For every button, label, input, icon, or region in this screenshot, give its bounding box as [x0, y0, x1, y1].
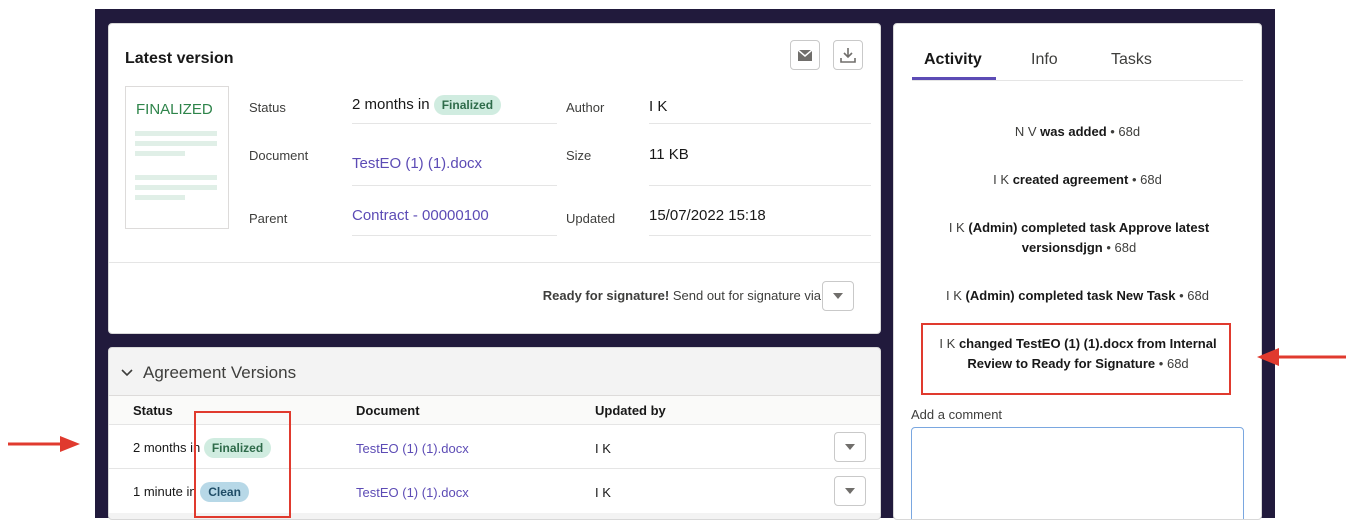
envelope-icon [798, 49, 812, 61]
activity-item: I K created agreement • 68d [894, 170, 1261, 190]
updated-label: Updated [566, 211, 616, 226]
activity-actor: I K [948, 220, 965, 235]
annotation-arrow-left [1257, 348, 1346, 366]
author-value: I K [649, 98, 668, 115]
thumbnail-status-label: FINALIZED [136, 101, 213, 118]
email-button[interactable] [790, 40, 820, 70]
section-divider [109, 262, 880, 263]
activity-time: • 68d [1131, 172, 1162, 187]
status-label: Status [249, 100, 286, 115]
size-value: 11 KB [649, 146, 689, 163]
tab-tasks[interactable]: Tasks [1111, 51, 1152, 69]
row-updated-by: I K [595, 441, 611, 456]
tabs-divider [912, 80, 1243, 81]
row-updated-by: I K [595, 485, 611, 500]
field-divider [352, 123, 557, 124]
thumbnail-line [135, 175, 217, 180]
thumbnail-line [135, 141, 217, 146]
activity-action: (Admin) completed task New Task [965, 288, 1176, 303]
activity-time: • 68d [1110, 124, 1141, 139]
document-link[interactable]: TestEO (1) (1).docx [352, 155, 482, 172]
field-divider [649, 185, 871, 186]
column-header-document[interactable]: Document [356, 403, 420, 418]
tab-info[interactable]: Info [1031, 51, 1058, 69]
field-divider [352, 235, 557, 236]
thumbnail-line [135, 131, 217, 136]
latest-version-card: Latest version FINALIZED Status 2 months… [108, 23, 881, 334]
chevron-down-icon [845, 444, 855, 450]
field-divider [649, 123, 871, 124]
status-badge: Finalized [433, 95, 502, 115]
activity-panel: Activity Info Tasks N V was added • 68d … [893, 23, 1262, 520]
status-field: 2 months in Finalized [352, 95, 502, 115]
tab-activity[interactable]: Activity [924, 51, 982, 69]
field-divider [352, 185, 557, 186]
versions-title: Agreement Versions [143, 363, 297, 382]
activity-time: • 68d [1106, 240, 1137, 255]
row-status-text: 1 minute in [133, 484, 197, 499]
ready-for-signature-text: Ready for signature! Send out for signat… [543, 288, 821, 303]
column-header-updated-by[interactable]: Updated by [595, 403, 666, 418]
column-header-status[interactable]: Status [133, 403, 173, 418]
activity-item: N V was added • 68d [894, 122, 1261, 142]
thumbnail-line [135, 151, 185, 156]
row-document-link[interactable]: TestEO (1) (1).docx [356, 441, 469, 456]
activity-actor: I K [993, 172, 1010, 187]
author-label: Author [566, 100, 605, 115]
annotation-highlight-box [194, 411, 291, 518]
parent-label: Parent [249, 211, 288, 226]
chevron-down-icon [833, 293, 843, 299]
thumbnail-line [135, 185, 217, 190]
document-label: Document [249, 148, 309, 163]
row-actions-dropdown[interactable] [834, 476, 866, 506]
download-icon [840, 48, 856, 63]
thumbnail-line [135, 195, 185, 200]
activity-actor: N V [1014, 124, 1037, 139]
download-button[interactable] [833, 40, 863, 70]
activity-actor: I K [946, 288, 962, 303]
row-document-link[interactable]: TestEO (1) (1).docx [356, 485, 469, 500]
updated-value: 15/07/2022 15:18 [649, 207, 766, 224]
versions-header[interactable]: Agreement Versions [121, 363, 296, 383]
comment-input[interactable] [911, 427, 1244, 519]
chevron-down-icon [121, 369, 133, 377]
activity-action: was added [1040, 124, 1107, 139]
comment-label: Add a comment [911, 407, 1003, 422]
activity-action: created agreement [1012, 172, 1129, 187]
annotation-highlight-box [921, 323, 1231, 395]
activity-action: (Admin) completed task Approve latest ve… [968, 220, 1210, 255]
row-status-text: 2 months in [133, 440, 201, 455]
activity-item: I K (Admin) completed task Approve lates… [934, 218, 1224, 258]
document-thumbnail[interactable]: FINALIZED [125, 86, 229, 229]
parent-link[interactable]: Contract - 00000100 [352, 207, 489, 224]
row-actions-dropdown[interactable] [834, 432, 866, 462]
ready-bold: Ready for signature! [542, 288, 670, 303]
field-divider [649, 235, 871, 236]
activity-time: • 68d [1179, 288, 1209, 303]
chevron-down-icon [845, 488, 855, 494]
size-label: Size [566, 148, 592, 163]
status-value: 2 months in [352, 96, 430, 113]
ready-text: Send out for signature via [672, 288, 821, 303]
signature-method-dropdown[interactable] [822, 281, 854, 311]
latest-version-title: Latest version [125, 50, 234, 67]
activity-item: I K (Admin) completed task New Task • 68… [894, 286, 1261, 306]
annotation-arrow-right [8, 436, 80, 452]
